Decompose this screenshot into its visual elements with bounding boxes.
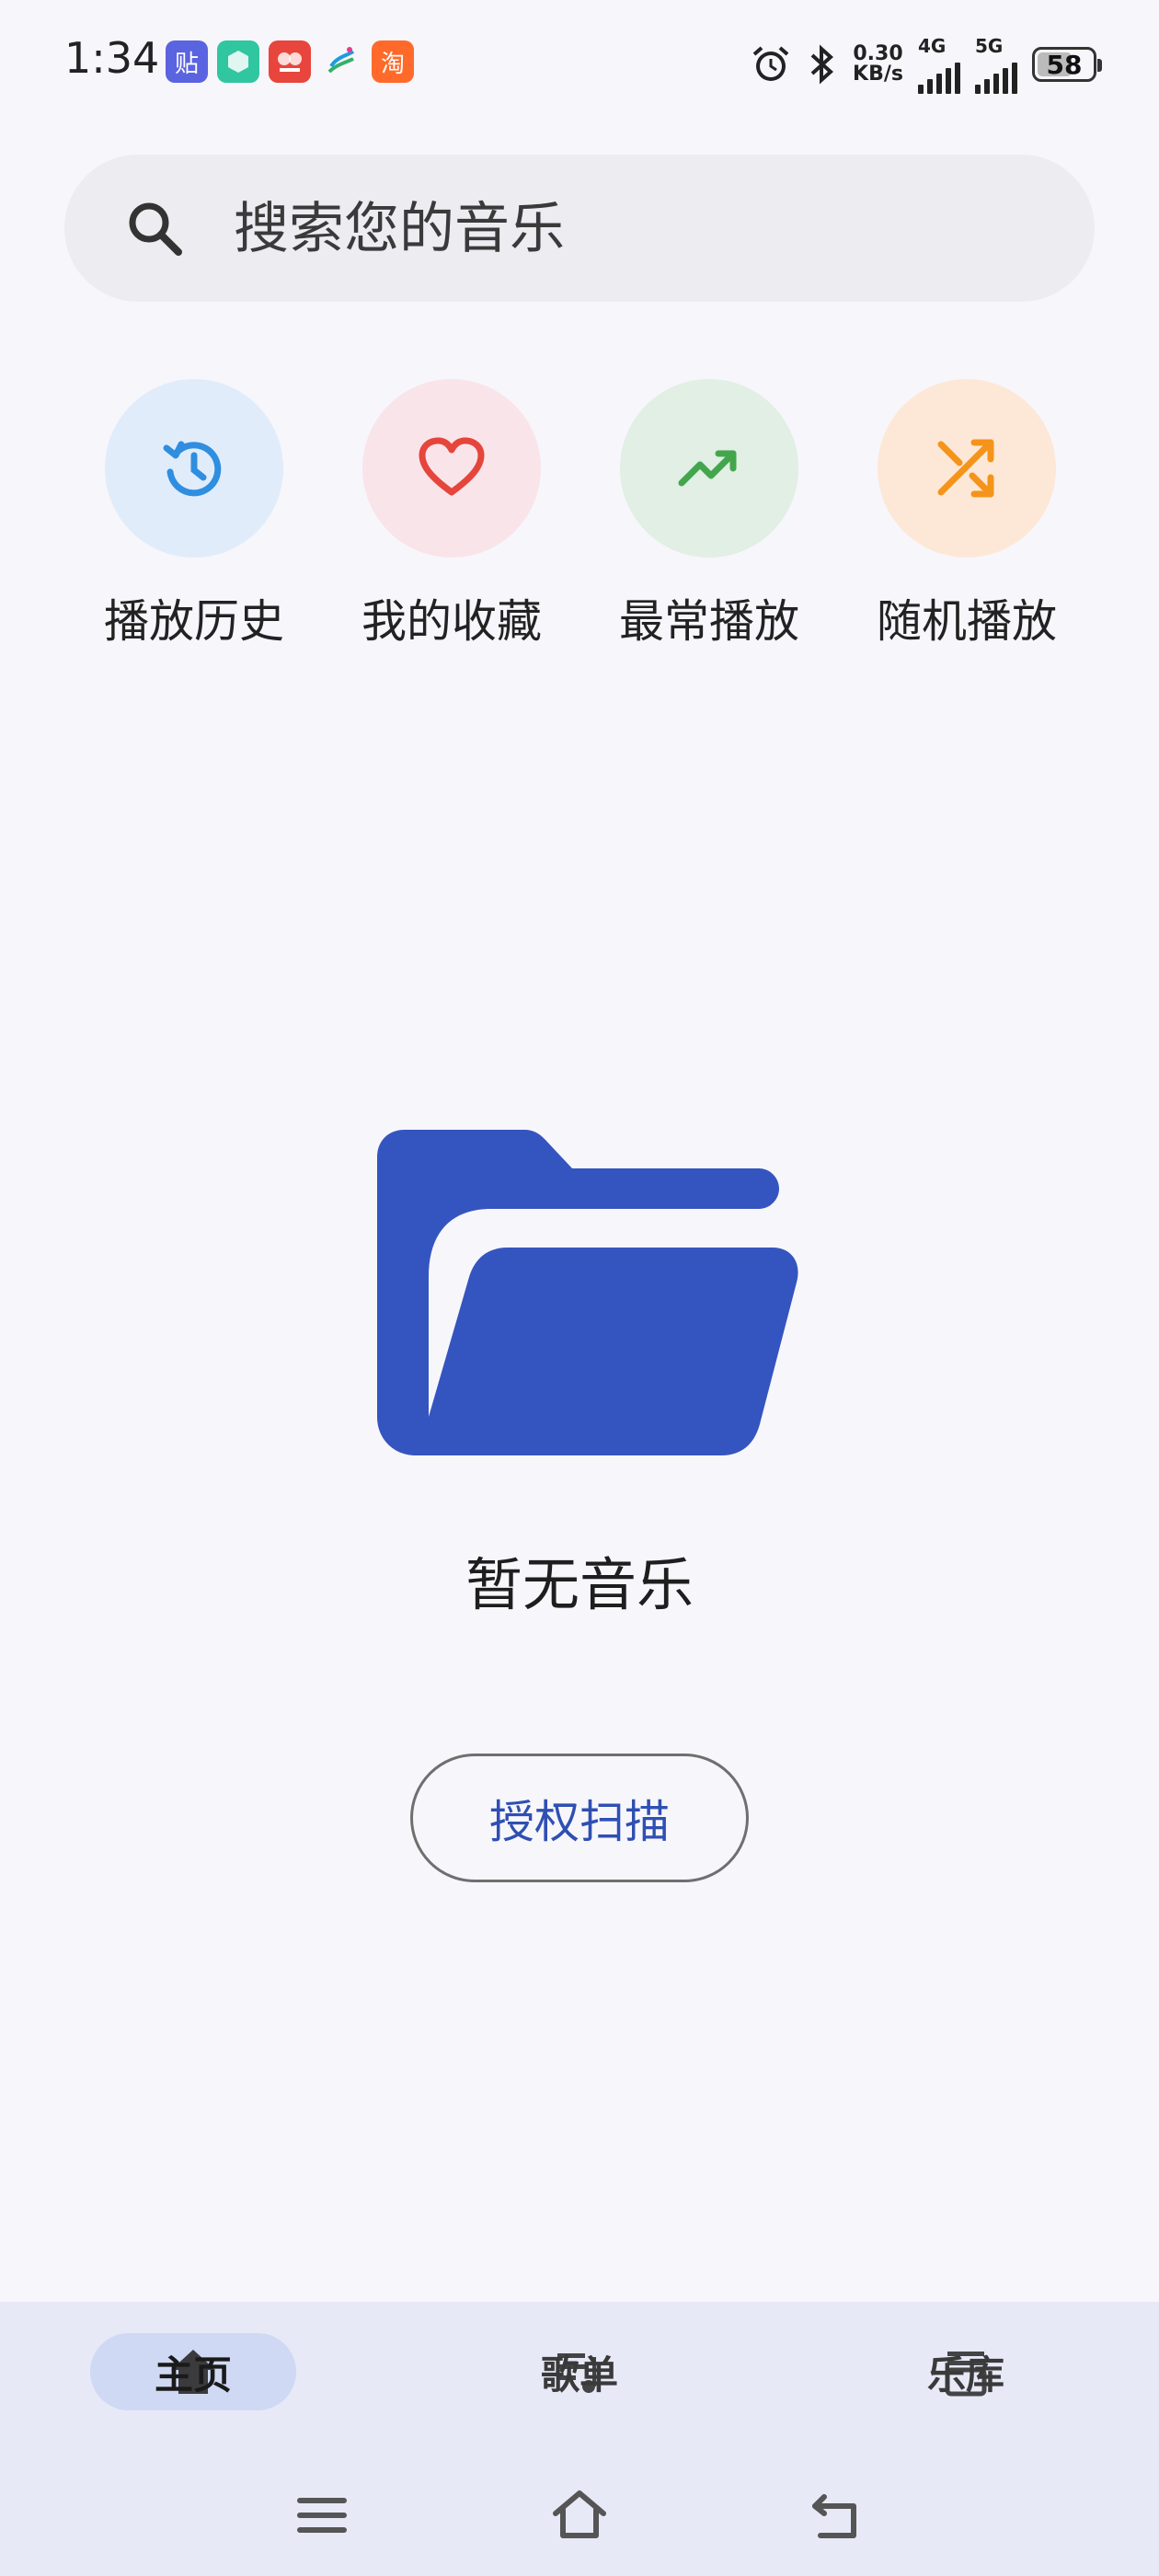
status-bar: 1:34 贴 淘 0.30 KB/s 4G 5G 58 [0, 0, 1159, 123]
authorize-scan-button[interactable]: 授权扫描 [410, 1754, 749, 1882]
shuffle-icon [937, 439, 994, 498]
search-input[interactable] [232, 191, 1045, 267]
notification-icons: 贴 淘 [166, 40, 414, 83]
menu-icon[interactable] [293, 2486, 351, 2545]
status-time: 1:34 [64, 33, 160, 83]
quick-action-label: 我的收藏 [361, 595, 543, 648]
system-nav [0, 2466, 1159, 2558]
quick-action-label: 随机播放 [877, 595, 1058, 648]
trending-up-icon [678, 450, 737, 487]
bluetooth-icon [810, 44, 834, 85]
red-app-icon [269, 40, 311, 83]
network-speed: 0.30 KB/s [853, 42, 903, 86]
quick-action-most-played[interactable]: 最常播放 [619, 379, 799, 650]
quick-actions: 播放历史 我的收藏 最常播放 随机播放 [104, 379, 1057, 648]
green-app-icon [217, 40, 259, 83]
alarm-icon [752, 46, 789, 81]
status-right: 0.30 KB/s 4G 5G 58 [750, 35, 1102, 94]
tieba-icon: 贴 [166, 40, 208, 83]
nav-label: 主页 [154, 2352, 232, 2398]
back-icon[interactable] [808, 2486, 866, 2545]
quick-action-shuffle[interactable]: 随机播放 [877, 379, 1057, 650]
battery-indicator: 58 [1032, 47, 1102, 82]
signal-5g: 5G [975, 35, 1017, 94]
signal-4g: 4G [918, 35, 960, 94]
search-icon [129, 202, 182, 256]
home-outline-icon[interactable] [550, 2486, 609, 2545]
folder-open-icon [377, 1130, 798, 1455]
nav-playlist[interactable]: 歌单 [476, 2333, 683, 2410]
history-icon [163, 441, 222, 497]
nav-label: 乐库 [926, 2352, 1004, 2398]
quick-action-label: 最常播放 [619, 595, 800, 648]
nav-library[interactable]: 乐库 [863, 2333, 1069, 2410]
nav-label: 歌单 [540, 2352, 618, 2398]
taobao-icon: 淘 [372, 40, 414, 83]
quick-action-label: 播放历史 [104, 595, 285, 648]
china-mobile-icon [320, 40, 362, 83]
nav-home[interactable]: 主页 [90, 2333, 296, 2410]
quick-action-favorites[interactable]: 我的收藏 [361, 379, 542, 650]
quick-action-history[interactable]: 播放历史 [104, 379, 284, 650]
heart-icon [419, 437, 485, 496]
search-bar[interactable] [64, 155, 1095, 302]
empty-message: 暂无音乐 [465, 1551, 694, 1618]
